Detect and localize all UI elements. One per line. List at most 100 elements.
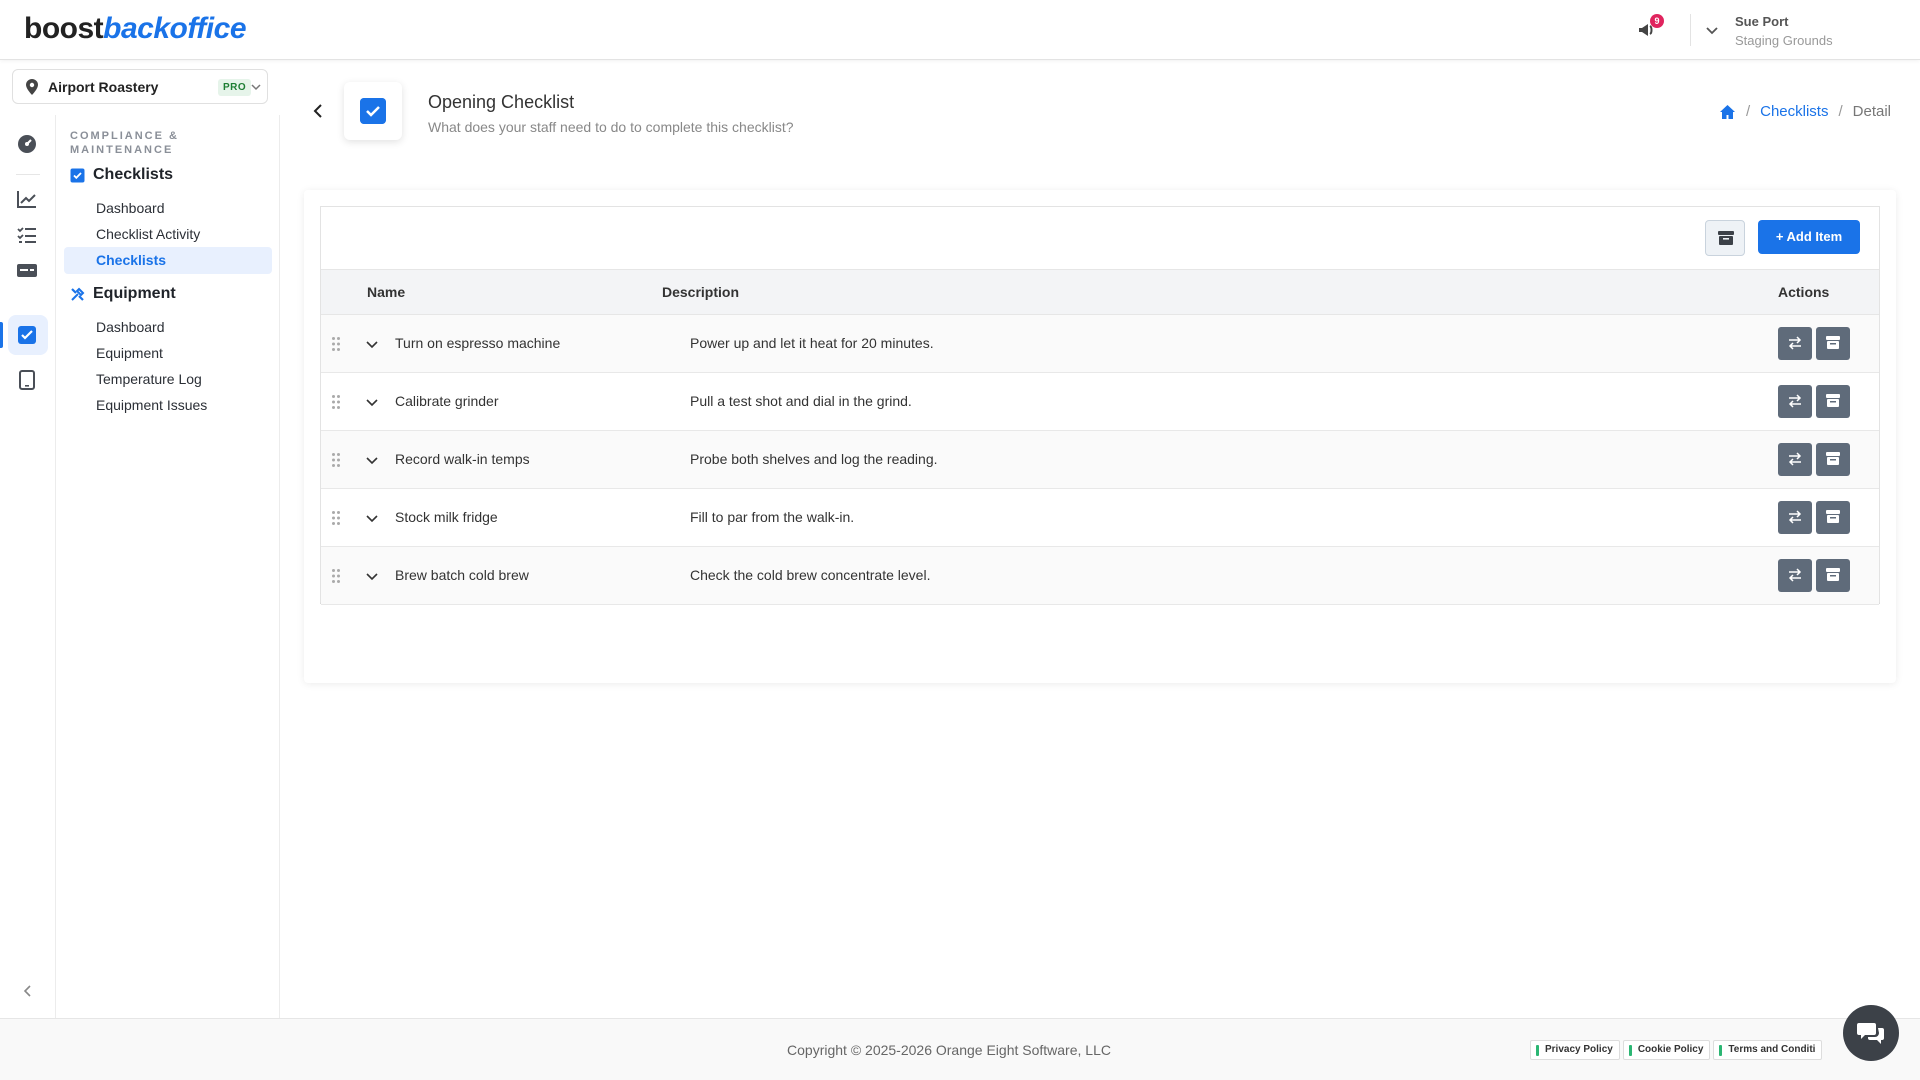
chevron-down-icon[interactable] xyxy=(1704,22,1720,38)
terms-link[interactable]: Terms and Conditi xyxy=(1713,1040,1823,1060)
sidebar-section-title: COMPLIANCE & MAINTENANCE xyxy=(70,130,179,156)
archive-row-button[interactable] xyxy=(1816,327,1850,360)
sidebar-item-checklists[interactable]: Checklists xyxy=(64,247,272,274)
add-item-label: Add Item xyxy=(1786,229,1843,244)
row-name: Calibrate grinder xyxy=(395,393,499,409)
tablet-icon[interactable] xyxy=(16,369,38,391)
chevron-down-icon[interactable] xyxy=(365,453,379,467)
sidebar-item-equipment-issues[interactable]: Equipment Issues xyxy=(64,392,272,419)
breadcrumb-separator: / xyxy=(1745,103,1751,120)
chevron-down-icon[interactable] xyxy=(365,569,379,583)
notification-badge: 9 xyxy=(1650,14,1664,28)
swap-button[interactable] xyxy=(1778,385,1812,418)
back-arrow-icon[interactable] xyxy=(310,103,326,119)
header-divider xyxy=(1690,14,1691,46)
add-item-button[interactable]: + Add Item xyxy=(1758,220,1860,254)
row-description: Power up and let it heat for 20 minutes. xyxy=(690,335,934,351)
main-content: Opening Checklist What does your staff n… xyxy=(280,60,1920,1018)
sidebar-group-checklists[interactable]: Checklists xyxy=(70,166,173,184)
sidebar-group-title: Checklists xyxy=(93,166,174,183)
policy-links: Privacy Policy Cookie Policy Terms and C… xyxy=(1530,1040,1823,1060)
user-organization: Staging Grounds xyxy=(1735,33,1833,48)
drag-handle-icon[interactable] xyxy=(331,568,341,584)
location-selector[interactable]: Airport Roastery PRO xyxy=(12,69,268,104)
archive-button[interactable] xyxy=(1705,220,1745,256)
checkbox-icon[interactable] xyxy=(16,324,38,346)
column-header-description: Description xyxy=(662,284,740,300)
dashboard-gauge-icon[interactable] xyxy=(16,133,38,155)
user-name[interactable]: Sue Port xyxy=(1735,14,1788,29)
table-header: Name Description Actions xyxy=(321,269,1879,315)
row-name: Record walk-in temps xyxy=(395,451,530,467)
cookie-policy-link[interactable]: Cookie Policy xyxy=(1622,1040,1711,1060)
checklist-panel: + Add Item Name Description Actions Turn… xyxy=(304,190,1896,683)
top-bar: boostbackoffice 9 Sue Port Staging Groun… xyxy=(0,0,1920,60)
row-name: Stock milk fridge xyxy=(395,509,498,525)
swap-button[interactable] xyxy=(1778,443,1812,476)
chevron-down-icon[interactable] xyxy=(365,511,379,525)
swap-button[interactable] xyxy=(1778,559,1812,592)
archive-row-button[interactable] xyxy=(1816,501,1850,534)
tools-icon xyxy=(71,287,85,301)
card-icon[interactable] xyxy=(16,260,38,282)
map-pin-icon xyxy=(26,79,38,95)
column-header-name: Name xyxy=(367,284,406,300)
archive-row-button[interactable] xyxy=(1816,443,1850,476)
drag-handle-icon[interactable] xyxy=(331,510,341,526)
sidebar-item-equipment[interactable]: Equipment xyxy=(64,340,272,367)
task-list-icon[interactable] xyxy=(16,224,38,246)
table-row[interactable]: Turn on espresso machine Power up and le… xyxy=(321,315,1879,373)
checklist-table: + Add Item Name Description Actions Turn… xyxy=(320,206,1880,605)
page-subtitle: What does your staff need to do to compl… xyxy=(428,119,794,135)
rail-active-indicator xyxy=(0,322,3,348)
swap-button[interactable] xyxy=(1778,327,1812,360)
sidebar-item-equipment-dashboard[interactable]: Dashboard xyxy=(64,314,272,341)
home-icon[interactable] xyxy=(1719,104,1736,120)
page-icon-card xyxy=(344,82,402,140)
checkbox-icon xyxy=(360,98,386,124)
swap-arrows-icon xyxy=(1788,452,1802,466)
archive-row-button[interactable] xyxy=(1816,385,1850,418)
table-row[interactable]: Brew batch cold brew Check the cold brew… xyxy=(321,547,1879,605)
sidebar-item-dashboard[interactable]: Dashboard xyxy=(64,195,272,222)
column-header-actions: Actions xyxy=(1778,284,1830,300)
archive-row-button[interactable] xyxy=(1816,559,1850,592)
chevron-down-icon[interactable] xyxy=(365,395,379,409)
logo-text-boost: boost xyxy=(24,12,104,45)
plan-badge: PRO xyxy=(218,79,252,96)
location-name: Airport Roastery xyxy=(48,79,159,95)
chat-button[interactable] xyxy=(1843,1005,1899,1061)
breadcrumb-current: Detail xyxy=(1852,103,1891,120)
archive-icon xyxy=(1826,510,1840,523)
sidebar-group-title: Equipment xyxy=(93,285,176,302)
swap-arrows-icon xyxy=(1788,394,1802,408)
drag-handle-icon[interactable] xyxy=(331,394,341,410)
chevron-down-icon[interactable] xyxy=(365,337,379,351)
swap-arrows-icon xyxy=(1788,510,1802,524)
drag-handle-icon[interactable] xyxy=(331,336,341,352)
sidebar-group-equipment[interactable]: Equipment xyxy=(70,285,176,303)
page-title: Opening Checklist xyxy=(428,92,575,112)
swap-arrows-icon xyxy=(1788,336,1802,350)
breadcrumb-link-checklists[interactable]: Checklists xyxy=(1760,103,1828,120)
brand-logo[interactable]: boostbackoffice xyxy=(24,12,247,46)
table-row[interactable]: Stock milk fridge Fill to par from the w… xyxy=(321,489,1879,547)
chevron-left-icon[interactable] xyxy=(20,983,36,999)
table-row[interactable]: Calibrate grinder Pull a test shot and d… xyxy=(321,373,1879,431)
checkbox-icon xyxy=(70,168,85,182)
archive-icon xyxy=(1826,336,1840,349)
swap-button[interactable] xyxy=(1778,501,1812,534)
sidebar: COMPLIANCE & MAINTENANCE Checklists Dash… xyxy=(56,115,280,1018)
sidebar-item-checklist-activity[interactable]: Checklist Activity xyxy=(64,221,272,248)
chat-bubbles-icon xyxy=(1857,1023,1884,1044)
chevron-down-icon xyxy=(251,84,261,91)
logo-text-backoffice: backoffice xyxy=(103,12,247,45)
table-row[interactable]: Record walk-in temps Probe both shelves … xyxy=(321,431,1879,489)
plus-icon: + xyxy=(1775,229,1784,244)
privacy-policy-link[interactable]: Privacy Policy xyxy=(1530,1040,1620,1060)
drag-handle-icon[interactable] xyxy=(331,452,341,468)
location-area: Airport Roastery PRO xyxy=(0,60,280,115)
chart-line-icon[interactable] xyxy=(16,188,38,210)
row-description: Fill to par from the walk-in. xyxy=(690,509,855,525)
sidebar-item-temperature-log[interactable]: Temperature Log xyxy=(64,366,272,393)
